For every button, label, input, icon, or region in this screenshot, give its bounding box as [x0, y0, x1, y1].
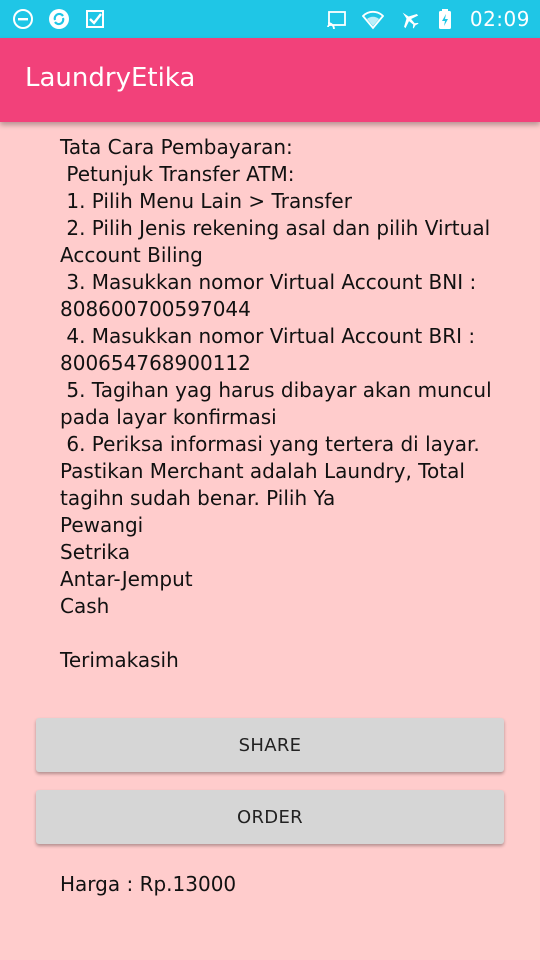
status-icons-left [12, 8, 106, 30]
status-time: 02:09 [469, 7, 530, 31]
airplane-mode-icon [402, 12, 419, 29]
content-area[interactable]: Tata Cara Pembayaran: Petunjuk Transfer … [0, 122, 540, 960]
status-bar: 02:09 [0, 0, 540, 38]
sync-circle-icon [49, 9, 69, 29]
order-button[interactable]: ORDER [36, 790, 504, 844]
battery-charging-icon [438, 9, 451, 29]
share-button[interactable]: SHARE [36, 718, 504, 772]
wifi-icon [361, 10, 384, 30]
price-label: Harga : Rp.13000 [60, 872, 237, 896]
app-bar: LaundryEtika [0, 38, 540, 122]
app-title: LaundryEtika [25, 63, 196, 93]
check-badge-icon [86, 10, 104, 28]
status-icons-right: 02:09 [326, 6, 530, 32]
cast-icon [326, 11, 346, 30]
minus-circle-icon [13, 9, 33, 29]
payment-instructions-text: Tata Cara Pembayaran: Petunjuk Transfer … [60, 135, 492, 672]
